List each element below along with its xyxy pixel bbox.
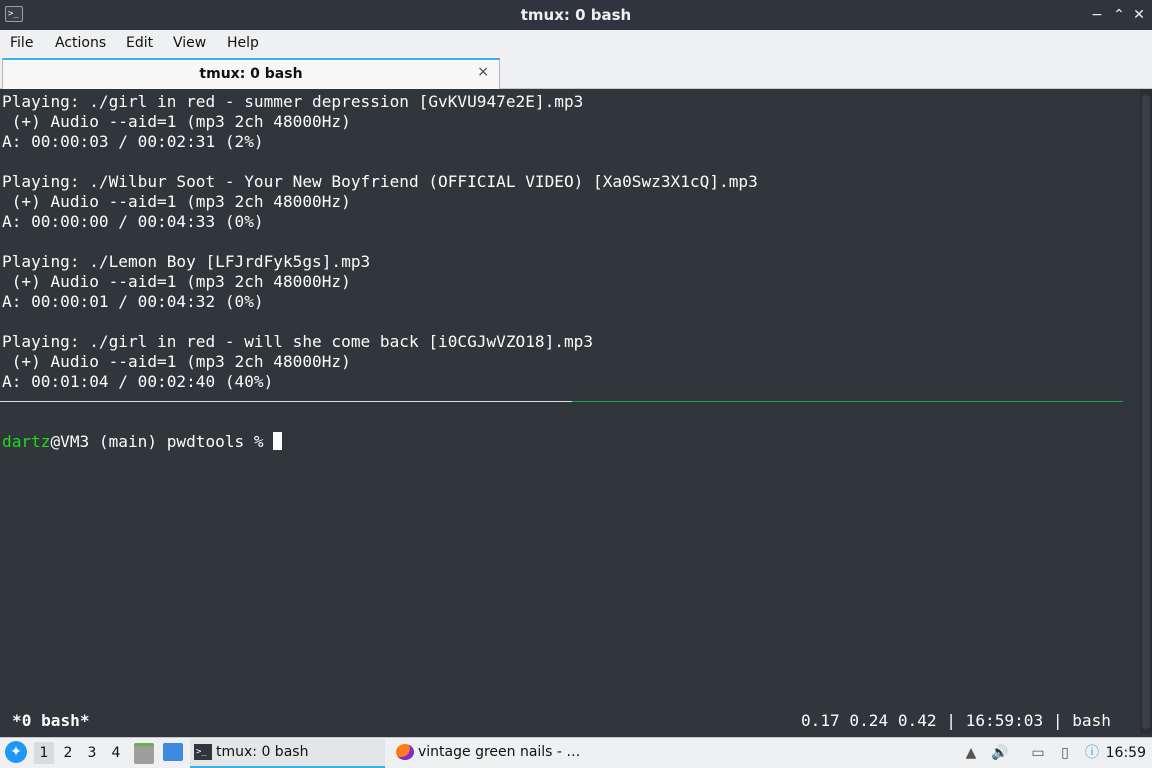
network-icon[interactable]: ▭: [1028, 743, 1048, 763]
maximize-button[interactable]: ⌃: [1110, 6, 1128, 24]
terminal-line: A: 00:00:01 / 00:04:32 (0%): [2, 292, 264, 311]
terminal-line: (+) Audio --aid=1 (mp3 2ch 48000Hz): [2, 192, 351, 211]
terminal-scrollbar[interactable]: [1140, 89, 1152, 734]
terminal-line: Playing: ./girl in red - summer depressi…: [2, 92, 584, 111]
terminal-line: A: 00:01:04 / 00:02:40 (40%): [2, 372, 274, 391]
scrollbar-thumb[interactable]: [1142, 95, 1150, 729]
terminal-area[interactable]: Playing: ./girl in red - summer depressi…: [0, 89, 1140, 734]
text-cursor: [273, 432, 283, 450]
menu-actions[interactable]: Actions: [55, 30, 106, 56]
taskbar: ✦ 1 2 3 4 >_ tmux: 0 bash vintage green …: [0, 737, 1152, 768]
terminal-line: (+) Audio --aid=1 (mp3 2ch 48000Hz): [2, 352, 351, 371]
terminal-line: A: 00:00:03 / 00:02:31 (2%): [2, 132, 264, 151]
menu-help[interactable]: Help: [227, 30, 259, 56]
tab-close-icon[interactable]: ×: [477, 64, 489, 80]
prompt-user: dartz: [2, 432, 51, 451]
firefox-icon: [396, 744, 414, 760]
workspace-2[interactable]: 2: [58, 742, 78, 764]
workspace-4[interactable]: 4: [106, 742, 126, 764]
tab-label: tmux: 0 bash: [199, 66, 303, 82]
task-label: tmux: 0 bash: [216, 744, 309, 760]
task-firefox[interactable]: vintage green nails - …: [392, 739, 587, 768]
workspace-1[interactable]: 1: [34, 742, 54, 764]
terminal-line: Playing: ./Lemon Boy [LFJrdFyk5gs].mp3: [2, 252, 371, 271]
terminal-icon: >_: [194, 744, 212, 760]
show-desktop-icon[interactable]: [163, 743, 183, 761]
start-menu-icon[interactable]: ✦: [5, 741, 27, 763]
tab-bar: tmux: 0 bash ×: [0, 56, 1152, 89]
tab-tmux[interactable]: tmux: 0 bash ×: [2, 58, 500, 89]
workspace-3[interactable]: 3: [82, 742, 102, 764]
pane-divider[interactable]: [0, 401, 572, 402]
file-manager-icon[interactable]: [134, 743, 154, 764]
minimize-button[interactable]: −: [1088, 6, 1106, 24]
menu-bar: File Actions Edit View Help: [0, 30, 1152, 56]
terminal-line: A: 00:00:00 / 00:04:33 (0%): [2, 212, 264, 231]
window-title: tmux: 0 bash: [520, 6, 632, 24]
active-pane-border[interactable]: [572, 401, 1123, 402]
close-button[interactable]: ✕: [1130, 6, 1148, 24]
task-label: vintage green nails - …: [418, 744, 581, 760]
tmux-status-info: 0.17 0.24 0.42 | 16:59:03 | bash: [800, 711, 1111, 730]
terminal-line: (+) Audio --aid=1 (mp3 2ch 48000Hz): [2, 112, 351, 131]
window-titlebar: >_ tmux: 0 bash − ⌃ ✕: [0, 0, 1152, 30]
task-terminal[interactable]: >_ tmux: 0 bash: [190, 739, 385, 768]
upload-icon[interactable]: ▲: [961, 743, 981, 763]
prompt-text: @VM3 (main) pwdtools %: [50, 432, 274, 451]
terminal-line: (+) Audio --aid=1 (mp3 2ch 48000Hz): [2, 272, 351, 291]
terminal-line: Playing: ./girl in red - will she come b…: [2, 332, 594, 351]
menu-edit[interactable]: Edit: [126, 30, 153, 56]
clipboard-icon[interactable]: ▯: [1055, 743, 1075, 763]
tmux-window-list: *0 bash*: [12, 711, 90, 730]
shell-prompt[interactable]: dartz@VM3 (main) pwdtools %: [2, 432, 283, 452]
terminal-line: Playing: ./Wilbur Soot - Your New Boyfri…: [2, 172, 758, 191]
menu-view[interactable]: View: [173, 30, 206, 56]
volume-icon[interactable]: 🔊: [990, 743, 1010, 763]
notification-icon[interactable]: ⓘ: [1082, 743, 1102, 763]
clock[interactable]: 16:59: [1106, 738, 1146, 768]
menu-file[interactable]: File: [10, 30, 33, 56]
